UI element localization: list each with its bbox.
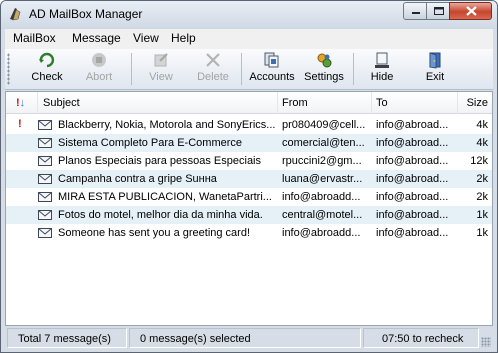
from-cell: luana@ervastr... bbox=[282, 173, 363, 185]
close-button[interactable] bbox=[449, 2, 492, 20]
delete-icon bbox=[206, 53, 220, 67]
stop-icon bbox=[92, 53, 106, 67]
status-total-messages: Total 7 message(s) bbox=[7, 328, 127, 348]
envelope-icon bbox=[38, 174, 52, 184]
sort-arrow-icon: ↓ bbox=[19, 97, 26, 109]
message-row[interactable]: MIRA ESTA PUBLICACION, WanetaPartri... i… bbox=[6, 188, 492, 206]
priority-column-header[interactable]: !↓ bbox=[6, 92, 38, 114]
message-row[interactable]: Someone has sent you a greeting card! in… bbox=[6, 224, 492, 242]
toolbar-separator bbox=[353, 53, 354, 85]
to-cell: info@abroad... bbox=[376, 155, 449, 167]
envelope-icon bbox=[38, 228, 52, 238]
check-button[interactable]: Check bbox=[25, 51, 69, 87]
title-bar[interactable]: AD MailBox Manager bbox=[1, 1, 497, 29]
from-column-header[interactable]: From bbox=[278, 92, 372, 114]
message-row[interactable]: ! Blackberry, Nokia, Motorola and SonyEr… bbox=[6, 116, 492, 134]
accounts-button[interactable]: Accounts bbox=[247, 51, 297, 87]
list-header: !↓ Subject From To Size bbox=[6, 92, 492, 114]
abort-button[interactable]: Abort bbox=[77, 51, 121, 87]
toolbar: Check Abort View Delete Accounts Setting… bbox=[5, 49, 493, 90]
subject-cell: Someone has sent you a greeting card! bbox=[58, 227, 251, 239]
check-mail-icon bbox=[39, 52, 55, 68]
menu-message[interactable]: Message bbox=[72, 31, 121, 45]
settings-button[interactable]: Settings bbox=[303, 51, 345, 87]
size-cell: 1k bbox=[476, 227, 488, 239]
menu-view[interactable]: View bbox=[133, 31, 159, 45]
from-cell: comercial@ten... bbox=[282, 137, 365, 149]
from-cell: info@abroadd... bbox=[282, 227, 361, 239]
subject-cell: Planos Especiais para pessoas Especiais bbox=[58, 155, 262, 167]
from-cell: central@motel... bbox=[282, 209, 363, 221]
subject-cell: Sistema Completo Para E-Commerce bbox=[58, 137, 243, 149]
subject-column-header[interactable]: Subject bbox=[38, 92, 278, 114]
message-row[interactable]: Planos Especiais para pessoas Especiais … bbox=[6, 152, 492, 170]
from-cell: pr080409@cell... bbox=[282, 119, 366, 131]
hide-button[interactable]: Hide bbox=[365, 51, 399, 87]
envelope-icon bbox=[38, 192, 52, 202]
settings-icon bbox=[317, 53, 332, 68]
app-window: AD MailBox Manager MailBox Message View … bbox=[0, 0, 498, 353]
to-cell: info@abroad... bbox=[376, 227, 449, 239]
message-row[interactable]: Fotos do motel, melhor dia da minha vida… bbox=[6, 206, 492, 224]
minimize-button[interactable] bbox=[403, 2, 427, 20]
app-icon bbox=[10, 8, 21, 21]
to-cell: info@abroad... bbox=[376, 191, 449, 203]
subject-cell: Blackberry, Nokia, Motorola and SonyEric… bbox=[58, 119, 276, 131]
toolbar-separator bbox=[241, 53, 242, 85]
subject-cell: MIRA ESTA PUBLICACION, WanetaPartri... bbox=[58, 191, 272, 203]
envelope-icon bbox=[38, 156, 52, 166]
message-list: !↓ Subject From To Size ! Blackberry, No… bbox=[5, 91, 493, 326]
accounts-icon bbox=[264, 52, 279, 68]
from-cell: info@abroadd... bbox=[282, 191, 361, 203]
size-cell: 2k bbox=[476, 173, 488, 185]
message-row[interactable]: Sistema Completo Para E-Commerce comerci… bbox=[6, 134, 492, 152]
size-cell: 4k bbox=[476, 137, 488, 149]
status-bar: Total 7 message(s) 0 message(s) selected… bbox=[5, 327, 493, 349]
exit-button[interactable]: Exit bbox=[421, 51, 449, 87]
window-title: AD MailBox Manager bbox=[29, 7, 143, 21]
to-cell: info@abroad... bbox=[376, 209, 449, 221]
size-cell: 1k bbox=[476, 209, 488, 221]
toolbar-separator bbox=[131, 53, 132, 85]
maximize-button[interactable] bbox=[426, 2, 450, 20]
hide-window-icon bbox=[375, 52, 389, 68]
priority-flag: ! bbox=[18, 118, 22, 130]
status-recheck-timer: 07:50 to recheck bbox=[363, 328, 479, 348]
to-cell: info@abroad... bbox=[376, 119, 449, 131]
envelope-icon bbox=[38, 210, 52, 220]
status-selected-messages: 0 message(s) selected bbox=[129, 328, 361, 348]
view-button[interactable]: View bbox=[141, 51, 181, 87]
menu-bar: MailBox Message View Help bbox=[5, 29, 493, 49]
menu-help[interactable]: Help bbox=[171, 31, 196, 45]
resize-grip[interactable] bbox=[481, 337, 491, 347]
maximize-icon bbox=[434, 7, 444, 15]
minimize-icon bbox=[412, 12, 420, 14]
to-cell: info@abroad... bbox=[376, 173, 449, 185]
size-column-header[interactable]: Size bbox=[458, 92, 492, 114]
menu-mailbox[interactable]: MailBox bbox=[13, 31, 56, 45]
size-cell: 4k bbox=[476, 119, 488, 131]
subject-cell: Fotos do motel, melhor dia da minha vida… bbox=[58, 209, 263, 221]
view-message-icon bbox=[154, 53, 168, 67]
envelope-icon bbox=[38, 138, 52, 148]
toolbar-grip[interactable] bbox=[7, 53, 10, 85]
close-icon bbox=[466, 6, 477, 16]
size-cell: 2k bbox=[476, 191, 488, 203]
message-row[interactable]: Campanha contra a gripe Suнна luana@erva… bbox=[6, 170, 492, 188]
delete-button[interactable]: Delete bbox=[193, 51, 233, 87]
to-column-header[interactable]: To bbox=[372, 92, 458, 114]
size-cell: 12k bbox=[470, 155, 488, 167]
envelope-icon bbox=[38, 120, 52, 130]
subject-cell: Campanha contra a gripe Suнна bbox=[58, 173, 217, 185]
from-cell: rpuccini2@gm... bbox=[282, 155, 362, 167]
exit-door-icon bbox=[429, 52, 441, 69]
to-cell: info@abroad... bbox=[376, 137, 449, 149]
